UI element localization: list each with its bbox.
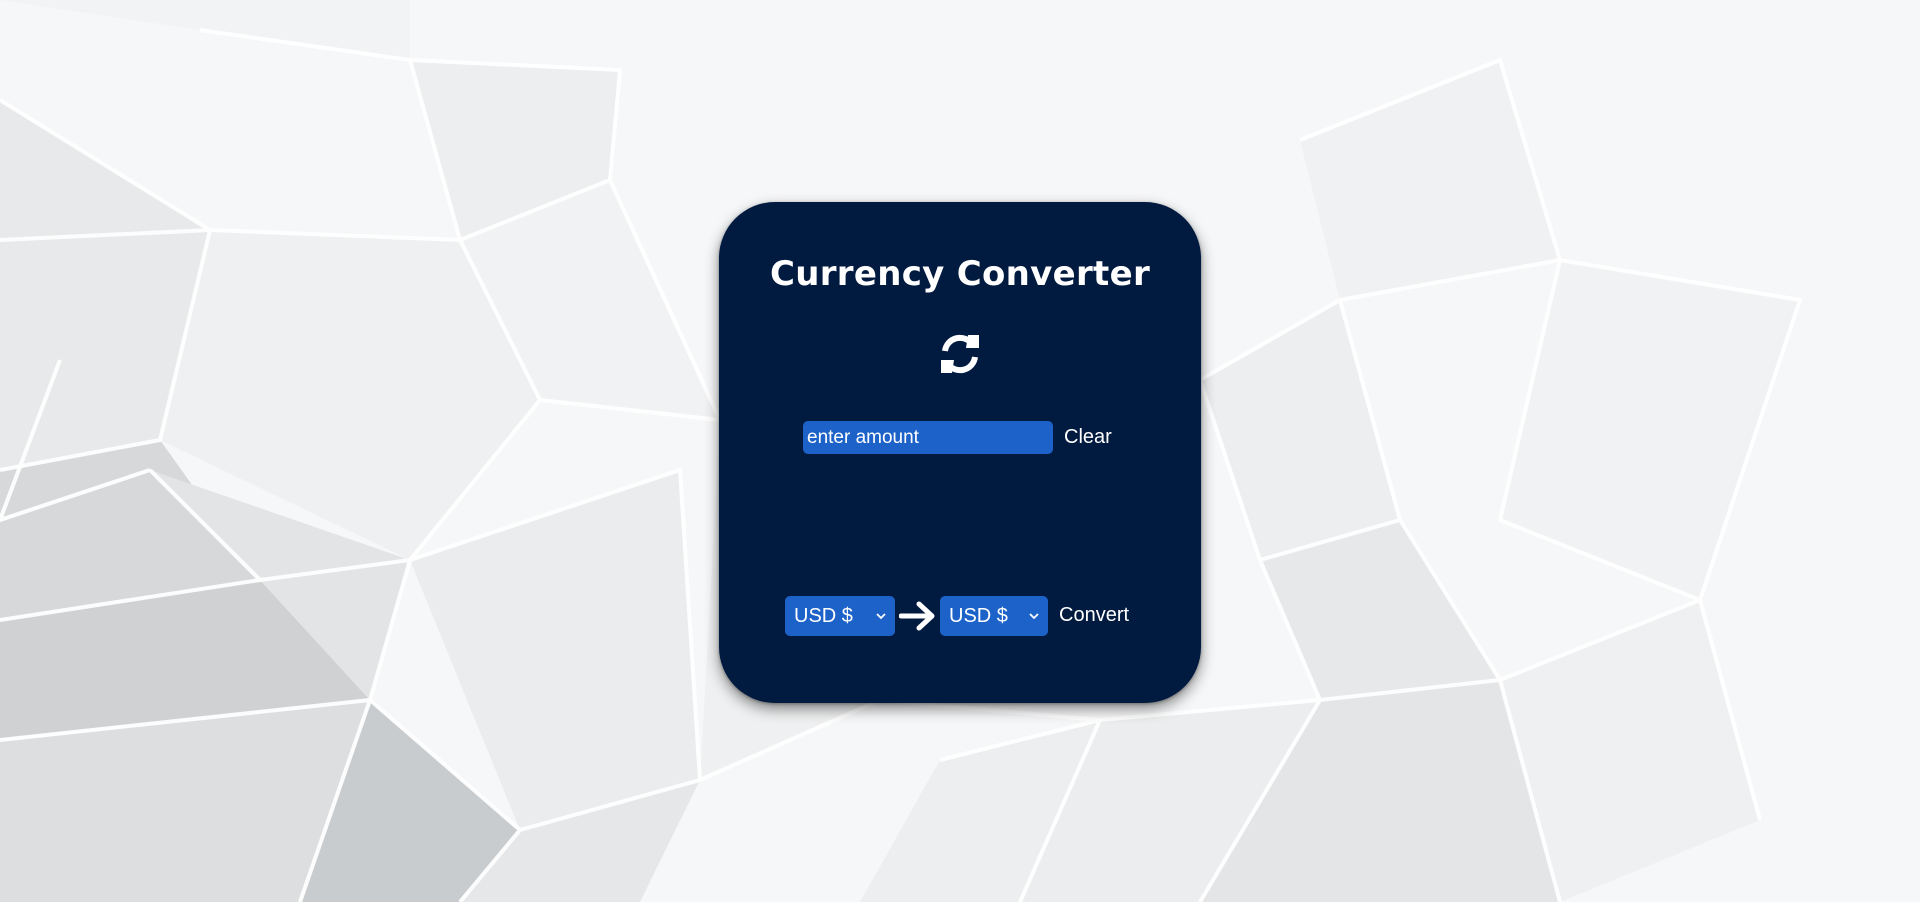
clear-button[interactable]: Clear	[1064, 427, 1112, 447]
amount-input[interactable]	[803, 421, 1053, 454]
chevron-down-icon	[1029, 613, 1039, 620]
from-currency-value: USD $	[794, 605, 853, 627]
from-currency-select[interactable]: USD $	[785, 596, 895, 636]
converter-card: Currency Converter Clear USD $ USD $ Con…	[719, 202, 1201, 703]
convert-button[interactable]: Convert	[1059, 605, 1129, 625]
chevron-down-icon	[876, 613, 886, 620]
to-currency-value: USD $	[949, 605, 1008, 627]
app-title: Currency Converter	[769, 254, 1151, 294]
refresh-icon[interactable]	[937, 331, 983, 377]
arrow-right-icon	[899, 601, 935, 631]
to-currency-select[interactable]: USD $	[940, 596, 1048, 636]
